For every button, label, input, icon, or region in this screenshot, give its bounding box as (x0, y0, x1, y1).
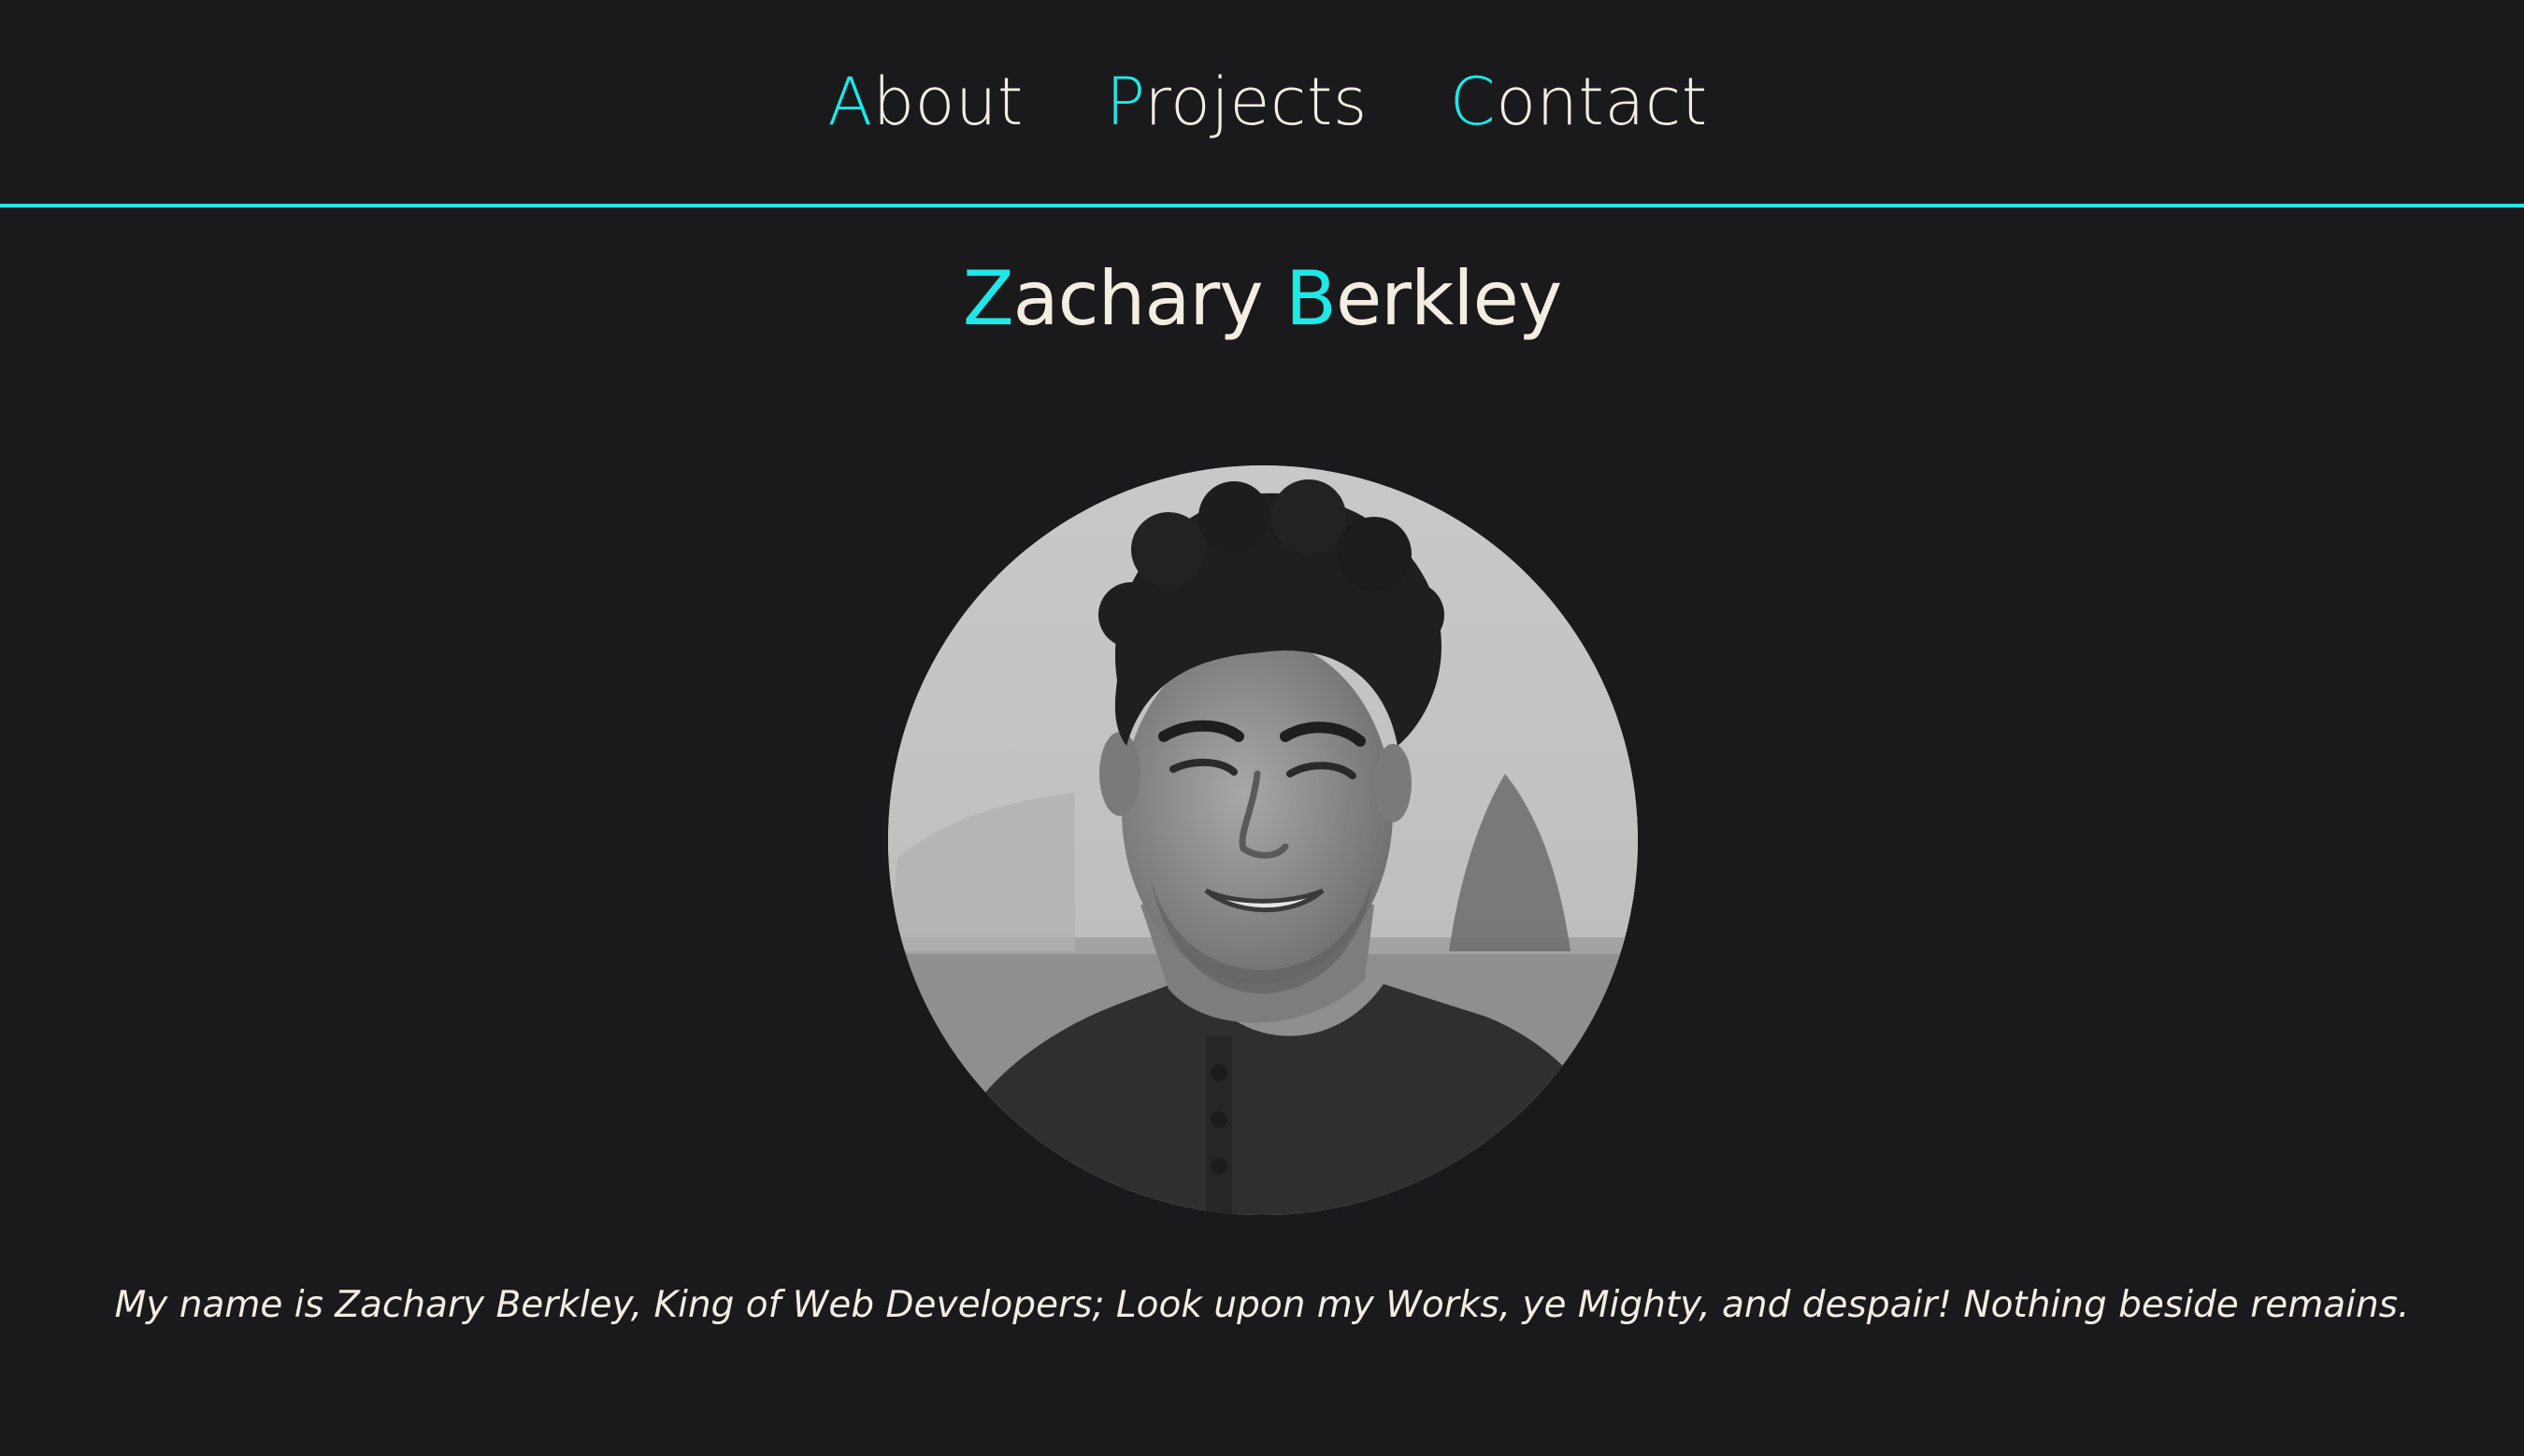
bio-tagline: My name is Zachary Berkley, King of Web … (114, 1284, 2410, 1326)
nav-contact-label: ontact (1496, 64, 1708, 140)
nav-about-initial: A (827, 64, 873, 140)
main-nav: About Projects Contact (0, 0, 2524, 204)
title-first-initial: Z (962, 255, 1014, 342)
nav-about-link[interactable]: About (827, 69, 1023, 135)
profile-photo (888, 465, 1638, 1215)
nav-projects-initial: P (1105, 64, 1145, 140)
title-last-initial: B (1285, 255, 1337, 342)
page: About Projects Contact Zachary Berkley M… (0, 0, 2524, 1456)
title-last-rest: erkley (1335, 255, 1562, 342)
nav-contact-link[interactable]: Contact (1450, 69, 1708, 135)
nav-projects-link[interactable]: Projects (1106, 69, 1368, 135)
nav-about-label: bout (872, 64, 1024, 140)
page-title: Zachary Berkley (0, 262, 2524, 336)
nav-projects-label: rojects (1144, 64, 1368, 140)
nav-contact-initial: C (1449, 64, 1497, 140)
portrait-photo-icon (888, 465, 1638, 1215)
nav-divider (0, 204, 2524, 207)
title-first-rest: achary (1012, 255, 1264, 342)
